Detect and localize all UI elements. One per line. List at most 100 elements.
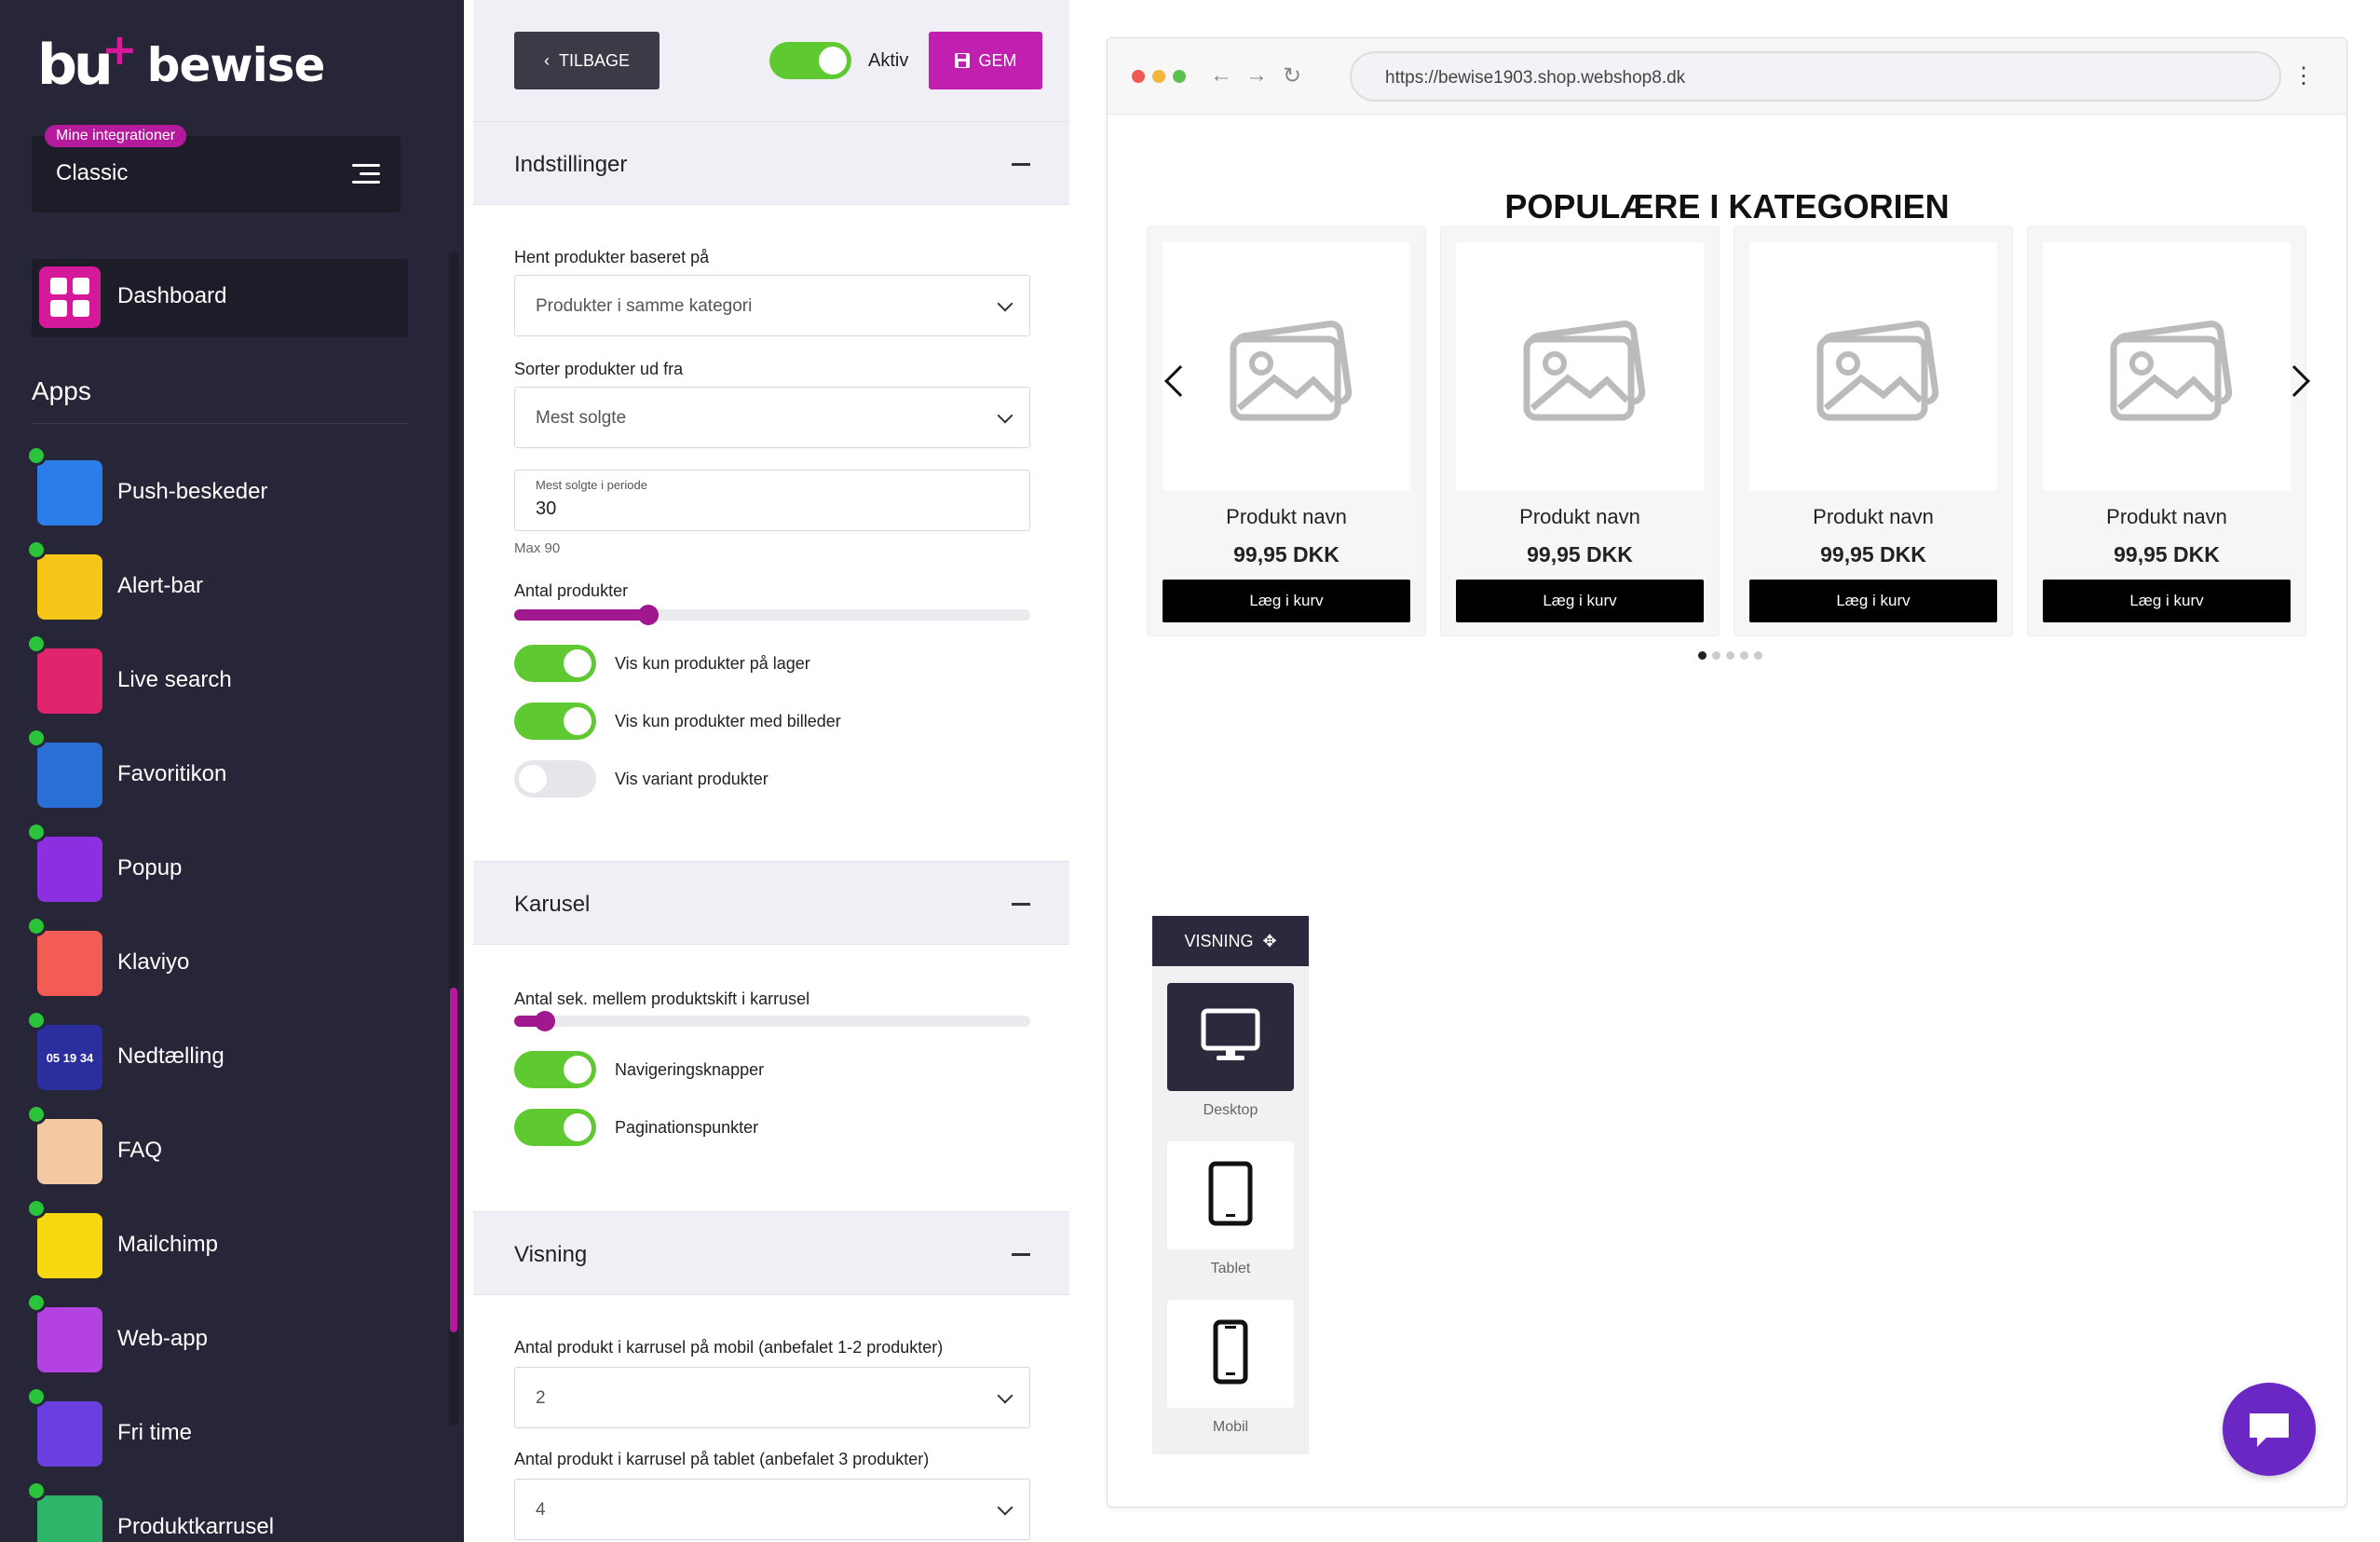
cart-icon [37, 837, 102, 902]
toggle-switch[interactable] [514, 703, 596, 740]
mobile-icon [1212, 1318, 1249, 1390]
toggle-switch[interactable] [514, 645, 596, 682]
phone-app-icon [37, 1307, 102, 1372]
add-to-cart-button[interactable]: Læg i kurv [1749, 580, 1997, 622]
collapse-icon[interactable] [1012, 163, 1030, 166]
globe-icon [37, 743, 102, 808]
countdown-icon: 05 19 34 [37, 1025, 102, 1090]
sidebar-item-nedtælling[interactable]: 05 19 34 Nedtælling [26, 1010, 408, 1094]
chevron-left-icon: ‹ [543, 50, 550, 70]
bewise-logo-text: bewise [146, 38, 326, 92]
product-card[interactable]: Produkt navn 99,95 DKK Læg i kurv [1440, 226, 1720, 636]
add-to-cart-button[interactable]: Læg i kurv [1456, 580, 1704, 622]
sidebar-item-dashboard[interactable]: Dashboard [32, 259, 408, 337]
section-settings-header[interactable]: Indstillinger [473, 121, 1069, 205]
toggle-label: Navigeringsknapper [615, 1060, 765, 1079]
sidebar-item-label: Klaviyo [117, 949, 190, 975]
pagination-dot[interactable] [1726, 651, 1734, 660]
period-hint: Max 90 [514, 540, 561, 556]
menu-icon[interactable] [352, 164, 380, 184]
sidebar-item-klaviyo[interactable]: Klaviyo [26, 916, 408, 1000]
more-vertical-icon[interactable]: ⋮ [2292, 62, 2315, 89]
apps-heading: Apps [32, 376, 91, 405]
mobile-count-select[interactable]: 2 [514, 1367, 1030, 1428]
tablet-count-value: 4 [536, 1500, 546, 1520]
tablet-count-label: Antal produkt i karrusel på tablet (anbe… [514, 1450, 930, 1468]
view-switcher-header[interactable]: VISNING ✥ [1152, 916, 1309, 966]
section-carousel-header[interactable]: Karusel [473, 861, 1069, 945]
sidebar-item-web-app[interactable]: Web-app [26, 1292, 408, 1376]
question-icon [37, 1119, 102, 1184]
sidebar-item-label: Push-beskeder [117, 479, 268, 504]
product-name[interactable]: Produkt navn [1148, 505, 1425, 529]
status-dot [26, 539, 47, 560]
sidebar-item-faq[interactable]: FAQ [26, 1104, 408, 1188]
back-arrow-icon[interactable]: ← [1210, 62, 1232, 89]
active-toggle[interactable] [769, 42, 851, 79]
product-name[interactable]: Produkt navn [1734, 505, 2012, 529]
carousel-pagination[interactable] [1698, 651, 1762, 660]
magnifier-icon [37, 648, 102, 714]
device-tablet-button[interactable] [1167, 1141, 1294, 1249]
sidebar-item-fri-time[interactable]: Fri time [26, 1386, 408, 1470]
pagination-dot[interactable] [1740, 651, 1748, 660]
reload-icon[interactable]: ↻ [1283, 62, 1301, 89]
count-slider[interactable] [514, 605, 1030, 625]
add-to-cart-button[interactable]: Læg i kurv [2043, 580, 2291, 622]
toggle-switch[interactable] [514, 760, 596, 798]
device-label: Desktop [1203, 1102, 1258, 1118]
bewise-logo[interactable]: bu + bewise [37, 28, 326, 93]
image-placeholder-icon [1749, 242, 1997, 490]
sidebar-item-produktkarrusel[interactable]: Produktkarrusel [26, 1481, 408, 1542]
seconds-label: Antal sek. mellem produktskift i karruse… [514, 989, 810, 1008]
move-icon[interactable]: ✥ [1262, 932, 1276, 951]
save-button[interactable]: GEM [929, 32, 1042, 89]
toggle-switch[interactable] [514, 1051, 596, 1088]
sidebar-item-live-search[interactable]: Live search [26, 634, 408, 717]
sort-select[interactable]: Mest solgte [514, 387, 1030, 448]
sidebar-item-label: Popup [117, 855, 183, 880]
address-bar[interactable]: https://bewise1903.shop.webshop8.dk [1350, 51, 2281, 102]
collapse-icon[interactable] [1012, 1253, 1030, 1256]
device-mobil-button[interactable] [1167, 1300, 1294, 1408]
pagination-dot[interactable] [1698, 651, 1707, 660]
sidebar-item-push-beskeder[interactable]: Push-beskeder [26, 445, 408, 529]
sidebar-item-popup[interactable]: Popup [26, 822, 408, 906]
status-dot [26, 728, 47, 748]
integration-selector[interactable]: Classic [32, 136, 401, 212]
carousel-heading: POPULÆRE I KATEGORIEN [1504, 187, 1950, 225]
chevron-down-icon [997, 295, 1013, 312]
toggle-label: Paginationspunkter [615, 1118, 759, 1137]
collapse-icon[interactable] [1012, 903, 1030, 906]
section-display-header[interactable]: Visning [473, 1211, 1069, 1295]
forward-arrow-icon[interactable]: → [1245, 62, 1268, 89]
sidebar-item-label: Fri time [117, 1420, 192, 1445]
product-card[interactable]: Produkt navn 99,95 DKK Læg i kurv [1147, 226, 1426, 636]
product-card[interactable]: Produkt navn 99,95 DKK Læg i kurv [2027, 226, 2306, 636]
period-input-label: Mest solgte i periode [536, 478, 647, 492]
tablet-count-select[interactable]: 4 [514, 1479, 1030, 1540]
section-title: Karusel [514, 892, 591, 917]
product-name[interactable]: Produkt navn [1441, 505, 1719, 529]
device-desktop-button[interactable] [1167, 983, 1294, 1091]
toggle-switch[interactable] [514, 1109, 596, 1146]
fetch-select[interactable]: Produkter i samme kategori [514, 275, 1030, 336]
sidebar-item-alert-bar[interactable]: Alert-bar [26, 539, 408, 623]
sidebar-scrollbar-thumb[interactable] [450, 988, 457, 1332]
period-input[interactable]: Mest solgte i periode 30 [514, 470, 1030, 531]
add-to-cart-button[interactable]: Læg i kurv [1163, 580, 1410, 622]
maximize-dot-icon [1173, 70, 1186, 83]
product-name[interactable]: Produkt navn [2028, 505, 2305, 529]
device-label: Mobil [1212, 1419, 1249, 1435]
status-dot [26, 1010, 47, 1030]
pagination-dot[interactable] [1712, 651, 1720, 660]
sidebar-item-favoritikon[interactable]: Favoritikon [26, 728, 408, 812]
view-switcher-title: VISNING [1184, 931, 1254, 950]
pagination-dot[interactable] [1754, 651, 1762, 660]
product-card[interactable]: Produkt navn 99,95 DKK Læg i kurv [1734, 226, 2013, 636]
sidebar-item-mailchimp[interactable]: Mailchimp [26, 1198, 408, 1282]
chat-button[interactable] [2223, 1383, 2316, 1476]
device-label: Tablet [1210, 1261, 1251, 1276]
seconds-slider[interactable] [514, 1011, 1030, 1031]
back-button[interactable]: ‹ TILBAGE [514, 32, 660, 89]
